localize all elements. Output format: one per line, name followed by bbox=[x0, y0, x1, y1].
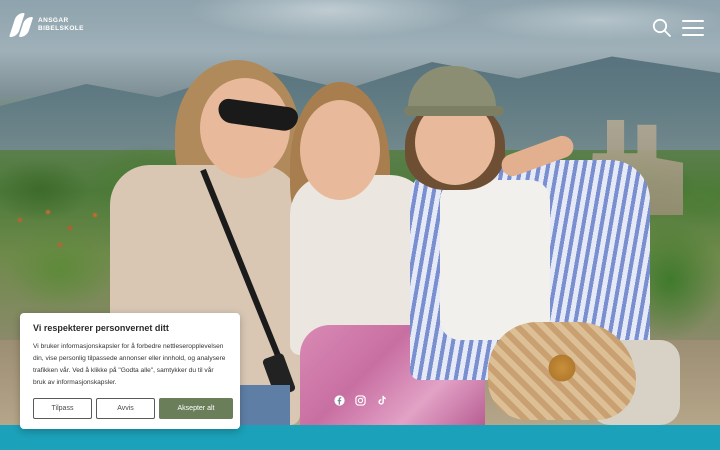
flame-logo-icon bbox=[9, 13, 34, 37]
hamburger-menu-icon[interactable] bbox=[682, 19, 704, 36]
tiktok-icon[interactable] bbox=[376, 393, 387, 405]
cookie-buttons: Tilpass Avvis Aksepter alt bbox=[33, 398, 233, 419]
logo-line-1: ANSGAR bbox=[38, 17, 69, 24]
cookie-consent-dialog: Vi respekterer personvernet ditt Vi bruk… bbox=[20, 313, 240, 429]
social-links bbox=[334, 393, 387, 406]
site-logo[interactable]: ANSGAR BIBELSKOLE bbox=[9, 13, 84, 37]
search-button[interactable] bbox=[652, 18, 672, 38]
logo-text: ANSGAR BIBELSKOLE bbox=[38, 17, 84, 33]
cookie-title: Vi respekterer personvernet ditt bbox=[33, 323, 169, 333]
logo-line-2: BIBELSKOLE bbox=[38, 25, 84, 32]
accept-all-button[interactable]: Aksepter alt bbox=[159, 398, 233, 419]
reject-button[interactable]: Avvis bbox=[96, 398, 155, 419]
instagram-icon[interactable] bbox=[355, 393, 366, 406]
search-icon bbox=[652, 18, 671, 37]
facebook-icon[interactable] bbox=[334, 393, 345, 406]
woven-bag bbox=[488, 322, 636, 420]
customize-button[interactable]: Tilpass bbox=[33, 398, 92, 419]
cookie-text: Vi bruker informasjonskapsler for å forb… bbox=[33, 343, 226, 386]
